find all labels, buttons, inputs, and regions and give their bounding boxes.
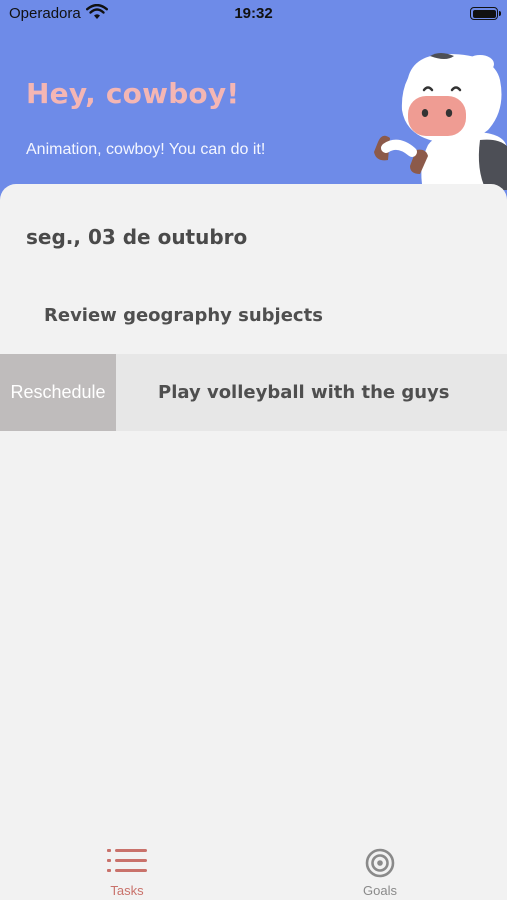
target-icon [365, 848, 395, 878]
date-heading: seg., 03 de outubro [26, 225, 248, 249]
list-icon [107, 849, 147, 872]
tab-goals[interactable]: Goals [310, 836, 450, 900]
cow-illustration [374, 53, 507, 190]
task-label: Play volleyball with the guys [158, 382, 450, 403]
tab-label: Tasks [110, 883, 144, 898]
reschedule-button[interactable]: Reschedule [0, 354, 116, 431]
status-bar: Operadora 19:32 [0, 0, 507, 30]
task-label: Review geography subjects [44, 305, 323, 326]
screen: Operadora 19:32 Hey, cowboy! Animation, … [0, 0, 507, 900]
task-item[interactable]: Review geography subjects [0, 277, 507, 354]
clock: 19:32 [234, 5, 273, 22]
greeting-title: Hey, cowboy! [26, 77, 240, 110]
battery-icon [470, 7, 498, 20]
task-card: seg., 03 de outubro Review geography sub… [0, 184, 507, 900]
tab-bar: Tasks Goals [0, 836, 507, 900]
greeting-subtitle: Animation, cowboy! You can do it! [26, 141, 266, 158]
tab-label: Goals [363, 883, 397, 898]
task-item-swiped[interactable]: Reschedule Play volleyball with the guys [0, 354, 507, 431]
tab-tasks[interactable]: Tasks [57, 836, 197, 900]
